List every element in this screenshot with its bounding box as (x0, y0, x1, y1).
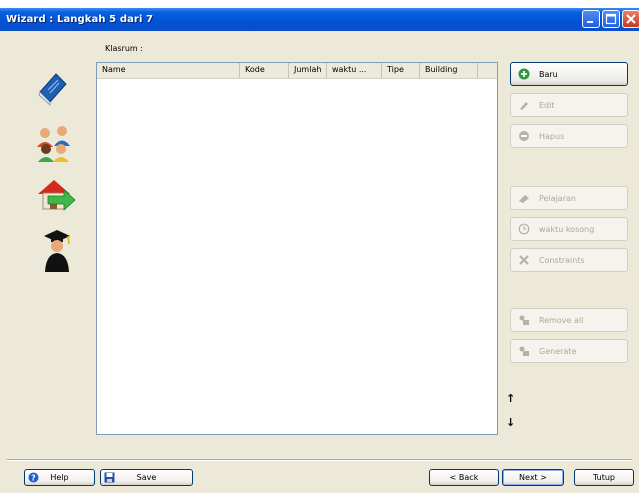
add-icon (518, 68, 530, 80)
minimize-icon (587, 21, 593, 23)
column-header-waktu[interactable]: waktu ... (327, 63, 382, 78)
help-button[interactable]: ? Help (24, 469, 95, 486)
minimize-button[interactable] (582, 10, 600, 28)
remove-all-icon (519, 315, 529, 325)
classroom-list[interactable]: Name Kode Jumlah waktu ... Tipe Building (96, 62, 498, 435)
edit-icon (520, 102, 528, 110)
graduate-icon (44, 230, 70, 272)
generate-icon (519, 346, 529, 356)
constraints-button[interactable]: Constraints (510, 248, 628, 272)
baru-button[interactable]: Baru (510, 62, 628, 86)
list-header: Name Kode Jumlah waktu ... Tipe Building (97, 63, 497, 79)
wizard-content: Klasrum : Name Kode Jumlah waktu ... Tip… (0, 31, 639, 493)
column-header-kode[interactable]: Kode (240, 63, 289, 78)
window-title: Wizard : Langkah 5 dari 7 (6, 14, 154, 25)
clock-icon (518, 223, 530, 235)
svg-text:?: ? (31, 474, 36, 483)
book-icon (38, 73, 67, 106)
help-icon: ? (28, 472, 39, 483)
house-arrow-icon (38, 180, 76, 211)
column-header-jumlah[interactable]: Jumlah (289, 63, 327, 78)
footer-divider (7, 459, 632, 461)
waktu-kosong-button[interactable]: waktu kosong (510, 217, 628, 241)
column-header-building[interactable]: Building (420, 63, 478, 78)
title-bar[interactable]: Wizard : Langkah 5 dari 7 (0, 8, 639, 31)
save-icon (104, 472, 115, 483)
users-icon (37, 126, 70, 162)
maximize-icon (605, 13, 617, 25)
maximize-button[interactable] (602, 10, 620, 28)
pelajaran-button[interactable]: Pelajaran (510, 186, 628, 210)
wizard-window: Wizard : Langkah 5 dari 7 Klasrum: Name… (0, 8, 639, 493)
tutup-button[interactable]: Tutup (574, 469, 634, 486)
move-down-button[interactable]: ↓ (506, 416, 515, 429)
delete-icon (519, 131, 529, 141)
lesson-icon (519, 195, 529, 203)
move-up-button[interactable]: ↑ (506, 392, 515, 405)
remove-all-button[interactable]: Remove all (510, 308, 628, 332)
close-button[interactable] (622, 10, 639, 28)
next-button[interactable]: Next > (502, 469, 564, 486)
tools-icon (519, 255, 529, 265)
list-label: Klasrum : (105, 44, 143, 53)
save-button[interactable]: Save (100, 469, 193, 486)
column-header-tipe[interactable]: Tipe (382, 63, 420, 78)
close-icon (626, 14, 636, 24)
edit-button[interactable]: Edit (510, 93, 628, 117)
column-header-name[interactable]: Name (97, 63, 240, 78)
generate-button[interactable]: Generate (510, 339, 628, 363)
back-button[interactable]: < Back (429, 469, 499, 486)
hapus-button[interactable]: Hapus (510, 124, 628, 148)
